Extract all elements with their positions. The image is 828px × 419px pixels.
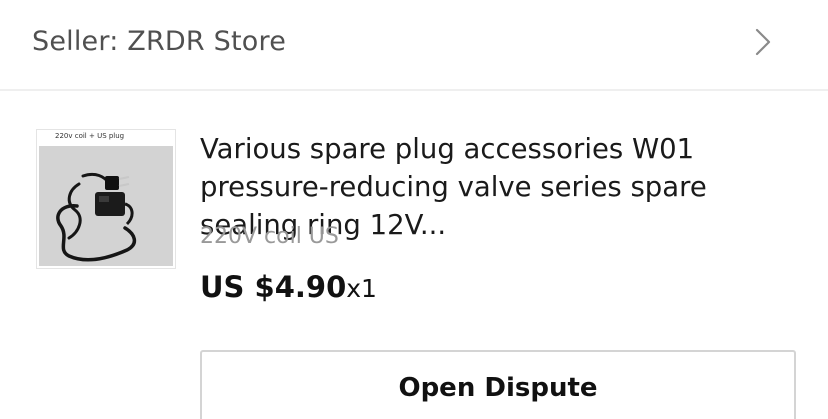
open-dispute-label: Open Dispute bbox=[398, 373, 598, 403]
thumbnail-caption: 220v coil + US plug bbox=[55, 132, 125, 140]
item-quantity: x1 bbox=[346, 274, 377, 303]
open-dispute-button[interactable]: Open Dispute bbox=[200, 350, 796, 419]
product-thumbnail[interactable]: 220v coil + US plug bbox=[36, 129, 176, 269]
item-price: US $4.90 bbox=[200, 270, 347, 304]
order-item-page: Seller: ZRDR Store 220v coil + US plug V… bbox=[0, 0, 828, 419]
price-row: US $4.90x1 bbox=[200, 266, 377, 310]
product-photo bbox=[39, 146, 173, 266]
chevron-right-icon[interactable] bbox=[750, 26, 776, 58]
seller-row[interactable]: Seller: ZRDR Store bbox=[0, 0, 828, 91]
seller-name: Seller: ZRDR Store bbox=[32, 26, 287, 57]
sku-variant: 220V coil US bbox=[200, 224, 339, 249]
